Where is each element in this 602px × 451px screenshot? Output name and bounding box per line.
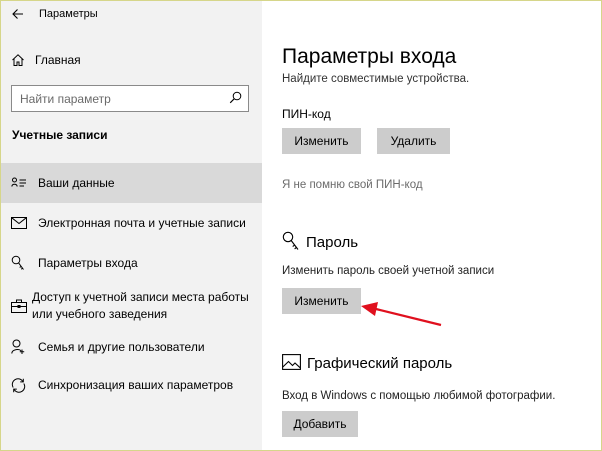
annotation-arrow	[361, 302, 442, 327]
